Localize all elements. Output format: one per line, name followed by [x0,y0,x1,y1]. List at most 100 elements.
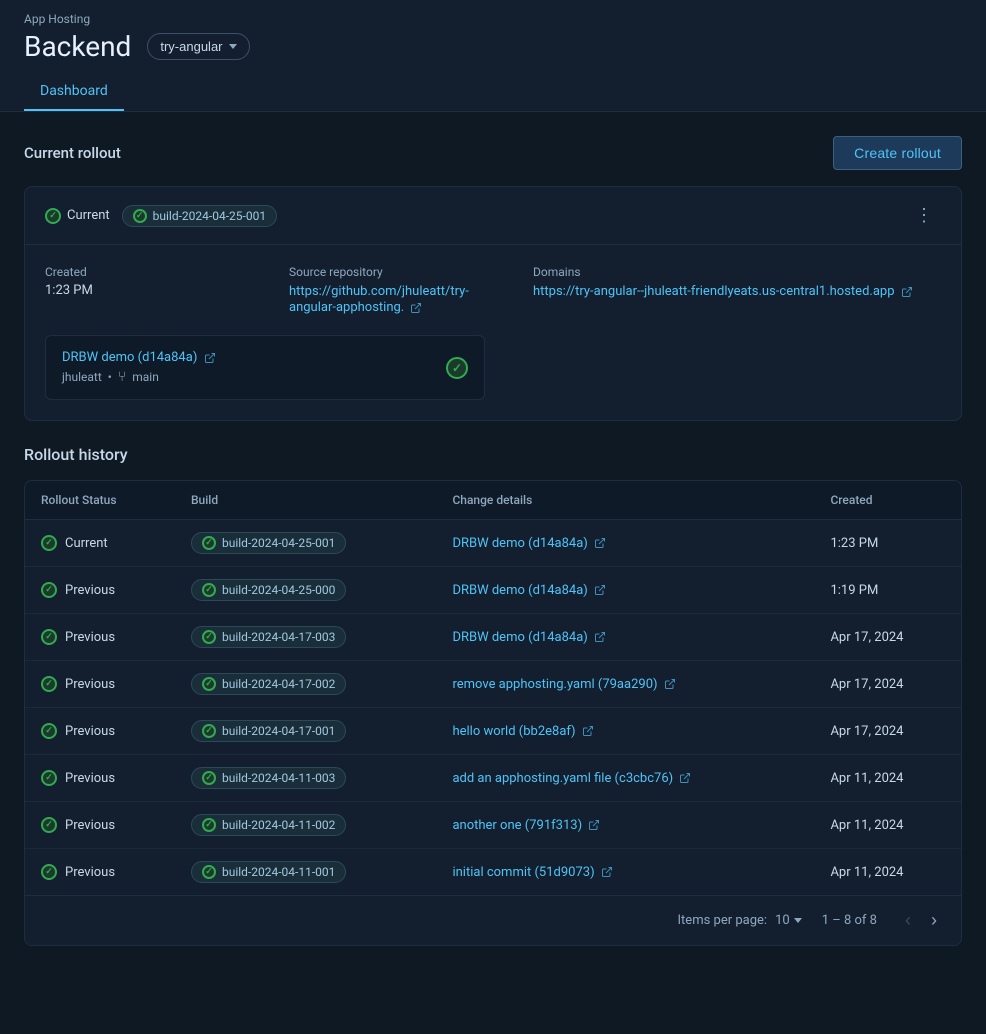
change-external-link-icon [601,866,613,878]
branch-icon: ⑂ [118,369,126,385]
row-build-check-icon [202,771,216,785]
row-build-check-icon [202,630,216,644]
change-details-cell: remove apphosting.yaml (79aa290) [436,661,814,708]
backend-value: try-angular [160,39,222,54]
table-row: Previous build-2024-04-11-002 another on… [25,802,961,849]
status-cell: Previous [25,567,175,614]
card-header-left: Current build-2024-04-25-001 [45,205,277,227]
status-cell: Previous [25,755,175,802]
current-label: Current [67,208,110,223]
row-build-text: build-2024-04-25-000 [222,583,335,597]
change-details-link[interactable]: add an apphosting.yaml file (c3cbc76) [452,771,691,786]
source-repo-link[interactable]: https://github.com/jhuleatt/try-angular-… [289,284,469,315]
created-cell: 1:23 PM [814,520,961,567]
row-status: Previous [65,865,115,880]
status-cell: Previous [25,708,175,755]
change-external-link-icon [594,631,606,643]
table-row: Previous build-2024-04-17-003 DRBW demo … [25,614,961,661]
table-row: Previous build-2024-04-25-000 DRBW demo … [25,567,961,614]
page-info: 1 – 8 of 8 [822,913,877,928]
status-cell: Previous [25,802,175,849]
created-value: 1:23 PM [45,283,249,298]
created-cell: 1:19 PM [814,567,961,614]
card-body: Created 1:23 PM Source repository https:… [25,245,961,420]
change-details-link[interactable]: DRBW demo (d14a84a) [452,536,606,551]
row-build-text: build-2024-04-17-003 [222,630,335,644]
change-details-cell: DRBW demo (d14a84a) [436,520,814,567]
col-build: Build [175,481,436,520]
row-status: Previous [65,677,115,692]
row-status: Previous [65,630,115,645]
table-row: Previous build-2024-04-17-001 hello worl… [25,708,961,755]
more-options-button[interactable]: ⋮ [907,201,941,230]
page-title: Backend [24,30,131,63]
commit-box: DRBW demo (d14a84a) jhuleatt • ⑂ main [45,335,485,400]
status-cell: Current [25,520,175,567]
build-badge: build-2024-04-25-001 [122,205,277,227]
per-page-value: 10 [775,913,790,928]
build-cell: build-2024-04-25-000 [175,567,436,614]
build-badge-text: build-2024-04-25-001 [153,209,266,223]
build-cell: build-2024-04-25-001 [175,520,436,567]
table-row: Previous build-2024-04-11-003 add an app… [25,755,961,802]
status-cell: Previous [25,614,175,661]
change-external-link-icon [664,678,676,690]
change-details-link[interactable]: another one (791f313) [452,818,600,833]
created-label: Created [45,265,249,279]
domains-label: Domains [533,265,941,279]
row-build-badge: build-2024-04-11-003 [191,767,346,789]
source-repo-label: Source repository [289,265,493,279]
row-status: Previous [65,771,115,786]
build-cell: build-2024-04-11-003 [175,755,436,802]
row-status: Previous [65,583,115,598]
row-status: Previous [65,818,115,833]
created-cell: Apr 17, 2024 [814,614,961,661]
change-details-link[interactable]: remove apphosting.yaml (79aa290) [452,677,675,692]
change-details-link[interactable]: initial commit (51d9073) [452,865,612,880]
per-page-chevron-icon [794,918,802,923]
created-cell: Apr 11, 2024 [814,849,961,896]
top-bar: App Hosting Backend try-angular Dashboar… [0,0,986,112]
items-per-page: Items per page: 10 [678,913,802,928]
build-cell: build-2024-04-11-002 [175,802,436,849]
prev-page-button[interactable]: ‹ [897,908,919,933]
created-cell: Apr 11, 2024 [814,802,961,849]
row-check-icon [41,723,57,739]
change-details-link[interactable]: hello world (bb2e8af) [452,724,593,739]
change-external-link-icon [582,725,594,737]
row-check-icon [41,582,57,598]
backend-selector[interactable]: try-angular [147,33,249,60]
row-build-check-icon [202,677,216,691]
build-cell: build-2024-04-17-003 [175,614,436,661]
table-row: Previous build-2024-04-11-001 initial co… [25,849,961,896]
next-page-button[interactable]: › [923,908,945,933]
per-page-selector[interactable]: 10 [775,913,802,928]
change-details-link[interactable]: DRBW demo (d14a84a) [452,583,606,598]
change-details-cell: initial commit (51d9073) [436,849,814,896]
tab-dashboard[interactable]: Dashboard [24,73,124,111]
domains-link[interactable]: https://try-angular--jhuleatt-friendlyea… [533,284,913,299]
external-link-icon [410,302,422,314]
domains-meta: Domains https://try-angular--jhuleatt-fr… [533,265,941,315]
row-build-text: build-2024-04-11-002 [222,818,335,832]
pagination-row: Items per page: 10 1 – 8 of 8 ‹ › [25,895,961,945]
change-details-cell: DRBW demo (d14a84a) [436,614,814,661]
row-build-check-icon [202,724,216,738]
change-external-link-icon [594,584,606,596]
commit-link[interactable]: DRBW demo (d14a84a) [62,350,216,365]
row-check-icon [41,770,57,786]
create-rollout-button[interactable]: Create rollout [833,136,962,170]
row-build-check-icon [202,536,216,550]
created-cell: Apr 17, 2024 [814,708,961,755]
current-rollout-card: Current build-2024-04-25-001 ⋮ Created 1… [24,186,962,421]
build-check-icon [133,209,147,223]
current-rollout-title: Current rollout [24,144,121,162]
title-row: Backend try-angular [24,30,962,63]
row-build-badge: build-2024-04-17-002 [191,673,346,695]
green-check-icon [45,208,61,224]
created-cell: Apr 17, 2024 [814,661,961,708]
rollout-history-table-wrapper: Rollout Status Build Change details Crea… [24,480,962,946]
change-details-link[interactable]: DRBW demo (d14a84a) [452,630,606,645]
col-created: Created [814,481,961,520]
current-rollout-header: Current rollout Create rollout [24,136,962,170]
